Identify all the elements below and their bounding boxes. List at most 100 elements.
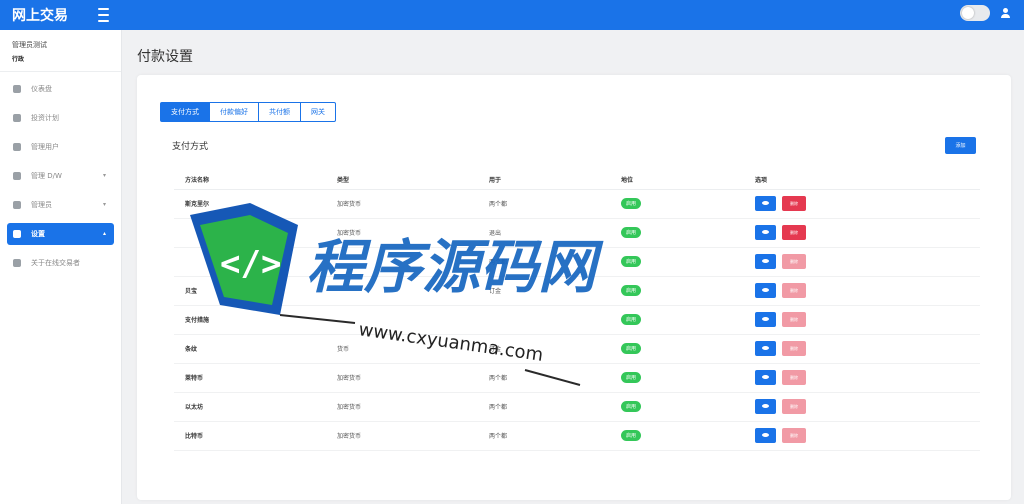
status-cell: 启用 (610, 189, 744, 219)
delete-button[interactable]: 删除 (782, 399, 806, 414)
hamburger-menu-icon[interactable] (98, 8, 118, 22)
status-badge: 启用 (621, 343, 642, 354)
tab-1[interactable]: 付款偏好 (209, 102, 259, 122)
sidebar-item-6[interactable]: 关于在线交易者 (7, 252, 114, 274)
options-cell: 删除 (744, 247, 980, 277)
used-for-cell: 两个都 (478, 392, 610, 422)
sidebar-item-0[interactable]: 仪表盘 (7, 78, 114, 100)
status-cell: 启用 (610, 218, 744, 248)
delete-button[interactable]: 删除 (782, 254, 806, 269)
view-eye-button[interactable] (755, 254, 776, 269)
profile-name: 管理员测试 (12, 41, 47, 49)
used-for-cell: 两个都 (478, 247, 610, 277)
delete-button[interactable]: 删除 (782, 312, 806, 327)
brand-title[interactable]: 网上交易 (0, 5, 98, 25)
sidebar-item-1[interactable]: 投资计划 (7, 107, 114, 129)
add-button-label: 添加 (955, 143, 966, 149)
view-eye-button[interactable] (755, 399, 776, 414)
type-cell (326, 276, 478, 306)
sidebar-item-3[interactable]: 管理 D/W ▾ (7, 165, 114, 187)
type-cell (326, 305, 478, 335)
type-cell: 货币 (326, 334, 478, 364)
options-cell: 删除 (744, 305, 980, 335)
status-badge: 启用 (621, 372, 642, 383)
method-name-cell: 斯克里尔 (174, 189, 326, 219)
chart-icon (13, 114, 21, 122)
status-badge: 启用 (621, 256, 642, 267)
view-eye-button[interactable] (755, 341, 776, 356)
status-cell: 启用 (610, 363, 744, 393)
status-cell: 启用 (610, 421, 744, 451)
theme-toggle-switch[interactable] (960, 5, 990, 21)
type-cell (326, 247, 478, 277)
used-for-cell: 退出 (478, 218, 610, 248)
options-cell: 删除 (744, 392, 980, 422)
sidebar-item-label: 管理用户 (31, 143, 59, 151)
chevron-down-icon: ▾ (102, 172, 106, 179)
status-badge: 启用 (621, 227, 642, 238)
view-eye-button[interactable] (755, 225, 776, 240)
used-for-cell: 两个都 (478, 189, 610, 219)
tab-0[interactable]: 支付方式 (160, 102, 210, 122)
method-name-cell (174, 247, 326, 277)
delete-button[interactable]: 删除 (782, 370, 806, 385)
type-cell: 加密货币 (326, 218, 478, 248)
type-cell: 加密货币 (326, 189, 478, 219)
table-row: 莱特币 加密货币 两个都 启用 删除 (174, 363, 980, 393)
chevron-down-icon: ▾ (102, 201, 106, 208)
info-icon (13, 259, 21, 267)
table-row: 贝宝 订金 启用 删除 (174, 276, 980, 306)
options-cell: 删除 (744, 421, 980, 451)
delete-button[interactable]: 删除 (782, 225, 806, 240)
sidebar-item-label: 管理员 (31, 201, 52, 209)
column-header-status: 地位 (610, 171, 744, 190)
options-cell: 删除 (744, 363, 980, 393)
view-eye-button[interactable] (755, 312, 776, 327)
sidebar: 管理员测试 行政 仪表盘投资计划管理用户管理 D/W ▾ 管理员 ▾ 设置 ▴ 关于在线交易… (0, 30, 122, 504)
table-row: 加密货币 退出 启用 删除 (174, 218, 980, 248)
sidebar-item-5[interactable]: 设置 ▴ (7, 223, 114, 245)
view-eye-button[interactable] (755, 283, 776, 298)
method-name-cell: 以太坊 (174, 392, 326, 422)
top-navbar: 网上交易 (0, 0, 1024, 30)
type-cell: 加密货币 (326, 392, 478, 422)
used-for-cell: 订金 (478, 276, 610, 306)
column-header-options: 选项 (744, 171, 980, 190)
view-eye-button[interactable] (755, 428, 776, 443)
tab-2[interactable]: 共付额 (258, 102, 301, 122)
column-header-used-for: 用于 (478, 171, 610, 190)
type-cell: 加密货币 (326, 421, 478, 451)
status-badge: 启用 (621, 314, 642, 325)
sidebar-item-label: 设置 (31, 230, 45, 238)
sidebar-item-2[interactable]: 管理用户 (7, 136, 114, 158)
table-row: 以太坊 加密货币 两个都 启用 删除 (174, 392, 980, 422)
delete-button[interactable]: 删除 (782, 341, 806, 356)
section-title: 支付方式 (172, 142, 209, 152)
profile-block: 管理员测试 行政 (0, 30, 121, 72)
delete-button[interactable]: 删除 (782, 283, 806, 298)
add-payment-method-button[interactable]: 添加 (945, 137, 976, 154)
method-name-cell: 条纹 (174, 334, 326, 364)
user-icon (13, 201, 21, 209)
delete-button[interactable]: 删除 (782, 196, 806, 211)
sidebar-item-label: 管理 D/W (31, 172, 62, 180)
view-eye-button[interactable] (755, 196, 776, 211)
delete-button[interactable]: 删除 (782, 428, 806, 443)
user-circle-icon (13, 143, 21, 151)
method-name-cell: 莱特币 (174, 363, 326, 393)
tab-3[interactable]: 网关 (300, 102, 336, 122)
method-name-cell: 支付措施 (174, 305, 326, 335)
status-cell: 启用 (610, 334, 744, 364)
user-icon[interactable] (1000, 8, 1010, 18)
used-for-cell: 两个都 (478, 421, 610, 451)
table-row: 两个都 启用 删除 (174, 247, 980, 277)
used-for-cell: 订金 (478, 334, 610, 364)
status-cell: 启用 (610, 392, 744, 422)
table-row: 斯克里尔 加密货币 两个都 启用 删除 (174, 189, 980, 219)
status-badge: 启用 (621, 198, 642, 209)
chevron-down-icon: ▴ (102, 230, 106, 237)
sidebar-item-label: 仪表盘 (31, 85, 52, 93)
sidebar-item-4[interactable]: 管理员 ▾ (7, 194, 114, 216)
options-cell: 删除 (744, 189, 980, 219)
view-eye-button[interactable] (755, 370, 776, 385)
